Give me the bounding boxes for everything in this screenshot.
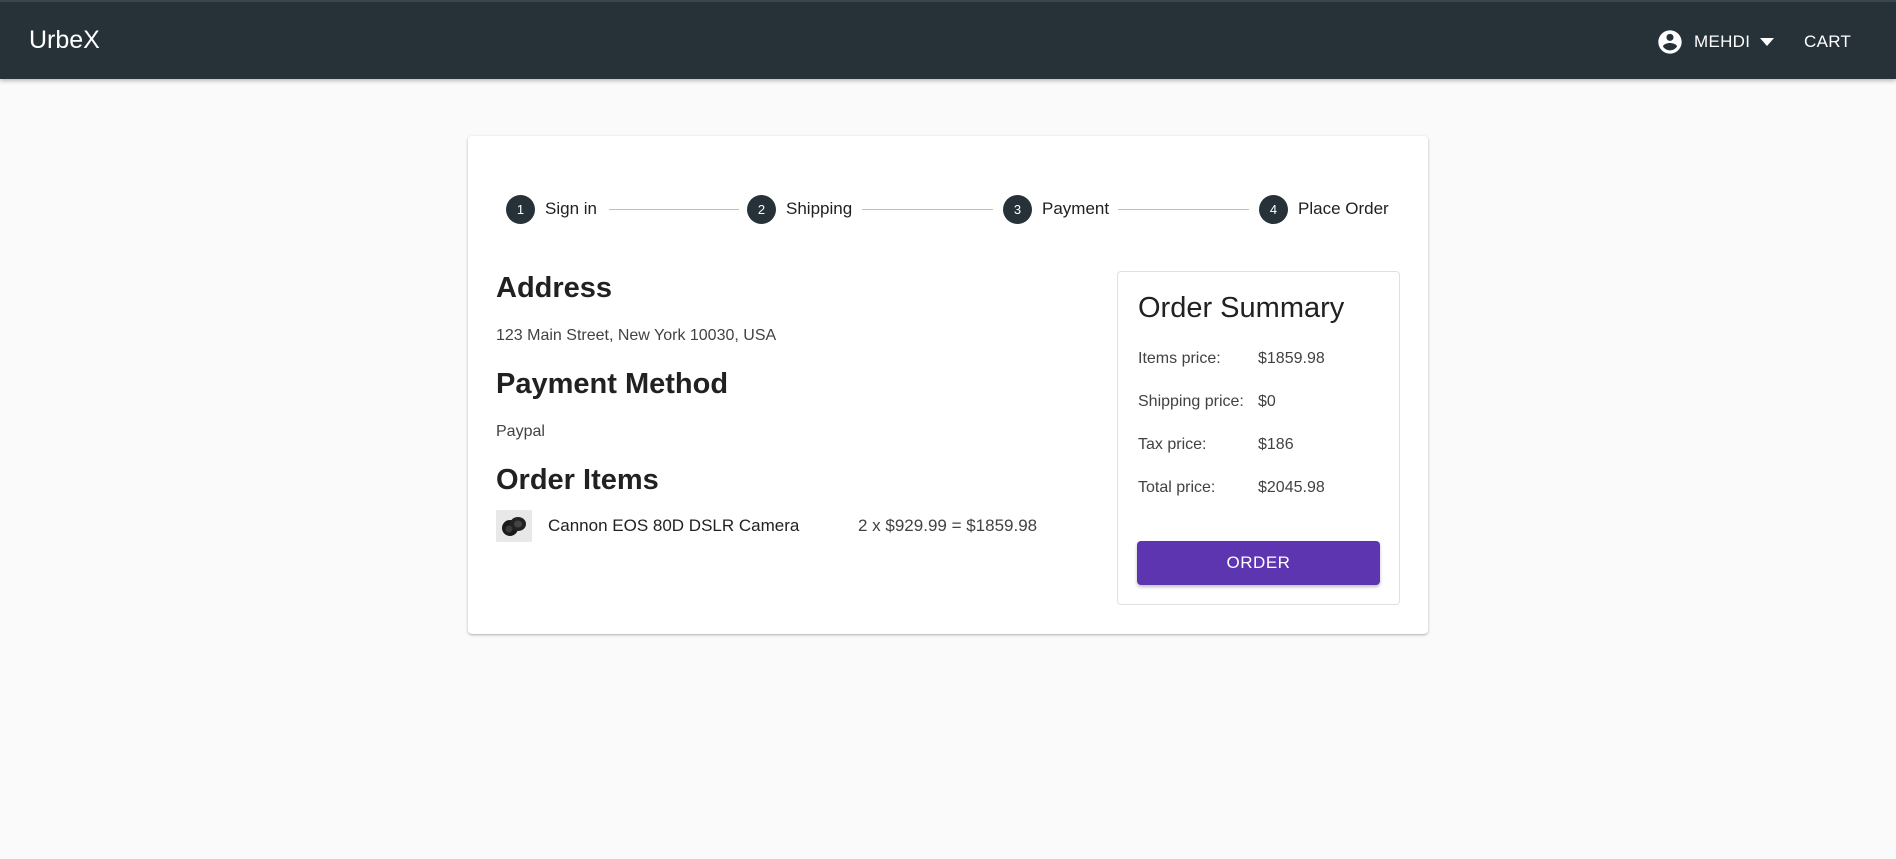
camera-thumbnail[interactable] <box>496 510 532 542</box>
caret-down-icon <box>1760 38 1775 46</box>
payment-method-heading: Payment Method <box>496 368 729 400</box>
order-item-name-link[interactable]: Cannon EOS 80D DSLR Camera <box>548 516 799 536</box>
summary-label: Total price: <box>1138 479 1216 496</box>
step-connector <box>1118 209 1249 210</box>
user-name: MEHDI <box>1694 32 1751 51</box>
step-number: 3 <box>1003 194 1032 224</box>
summary-row-shipping: Shipping price: $0 <box>1138 393 1388 413</box>
step-place-order: 4 Place Order <box>1259 194 1389 224</box>
step-number: 1 <box>506 194 535 224</box>
brand-logo-link[interactable]: UrbeX <box>29 26 100 55</box>
address-heading: Address <box>496 272 613 304</box>
order-button[interactable]: ORDER <box>1137 541 1380 585</box>
summary-label: Shipping price: <box>1138 393 1244 410</box>
order-summary-title: Order Summary <box>1138 292 1345 324</box>
summary-label: Items price: <box>1138 350 1221 367</box>
step-sign-in: 1 Sign in <box>506 194 597 224</box>
place-order-card: 1 Sign in 2 Shipping 3 Payment 4 Place O… <box>468 136 1428 634</box>
summary-value: $0 <box>1258 393 1276 410</box>
checkout-stepper: 1 Sign in 2 Shipping 3 Payment 4 Place O… <box>506 194 1390 224</box>
step-number: 4 <box>1259 194 1288 224</box>
summary-value: $2045.98 <box>1258 479 1325 496</box>
step-label: Place Order <box>1298 199 1389 218</box>
step-label: Payment <box>1042 199 1110 218</box>
step-shipping: 2 Shipping <box>747 194 852 224</box>
summary-row-total: Total price: $2045.98 <box>1138 479 1388 499</box>
summary-label: Tax price: <box>1138 436 1207 453</box>
payment-method-text: Paypal <box>496 423 545 440</box>
summary-row-items: Items price: $1859.98 <box>1138 350 1388 370</box>
address-text: 123 Main Street, New York 10030, USA <box>496 327 777 344</box>
step-payment: 3 Payment <box>1003 194 1109 224</box>
user-menu-button[interactable]: MEHDI <box>1656 28 1775 56</box>
order-item-total: 2 x $929.99 = $1859.98 <box>858 516 1038 535</box>
step-number: 2 <box>747 194 776 224</box>
cart-link[interactable]: CART <box>1804 32 1851 52</box>
camera-icon <box>496 510 532 542</box>
step-label: Shipping <box>786 199 853 218</box>
order-summary-panel: Order Summary Items price: $1859.98 Ship… <box>1117 271 1400 605</box>
summary-value: $186 <box>1258 436 1294 453</box>
order-items-heading: Order Items <box>496 464 659 496</box>
step-connector <box>609 209 739 210</box>
summary-value: $1859.98 <box>1258 350 1325 367</box>
order-item-row: Cannon EOS 80D DSLR Camera 2 x $929.99 =… <box>496 510 1056 542</box>
account-circle-icon <box>1658 30 1682 54</box>
app-bar: UrbeX MEHDI CART <box>0 0 1896 79</box>
summary-row-tax: Tax price: $186 <box>1138 436 1388 456</box>
step-label: Sign in <box>545 199 597 218</box>
step-connector <box>862 209 993 210</box>
